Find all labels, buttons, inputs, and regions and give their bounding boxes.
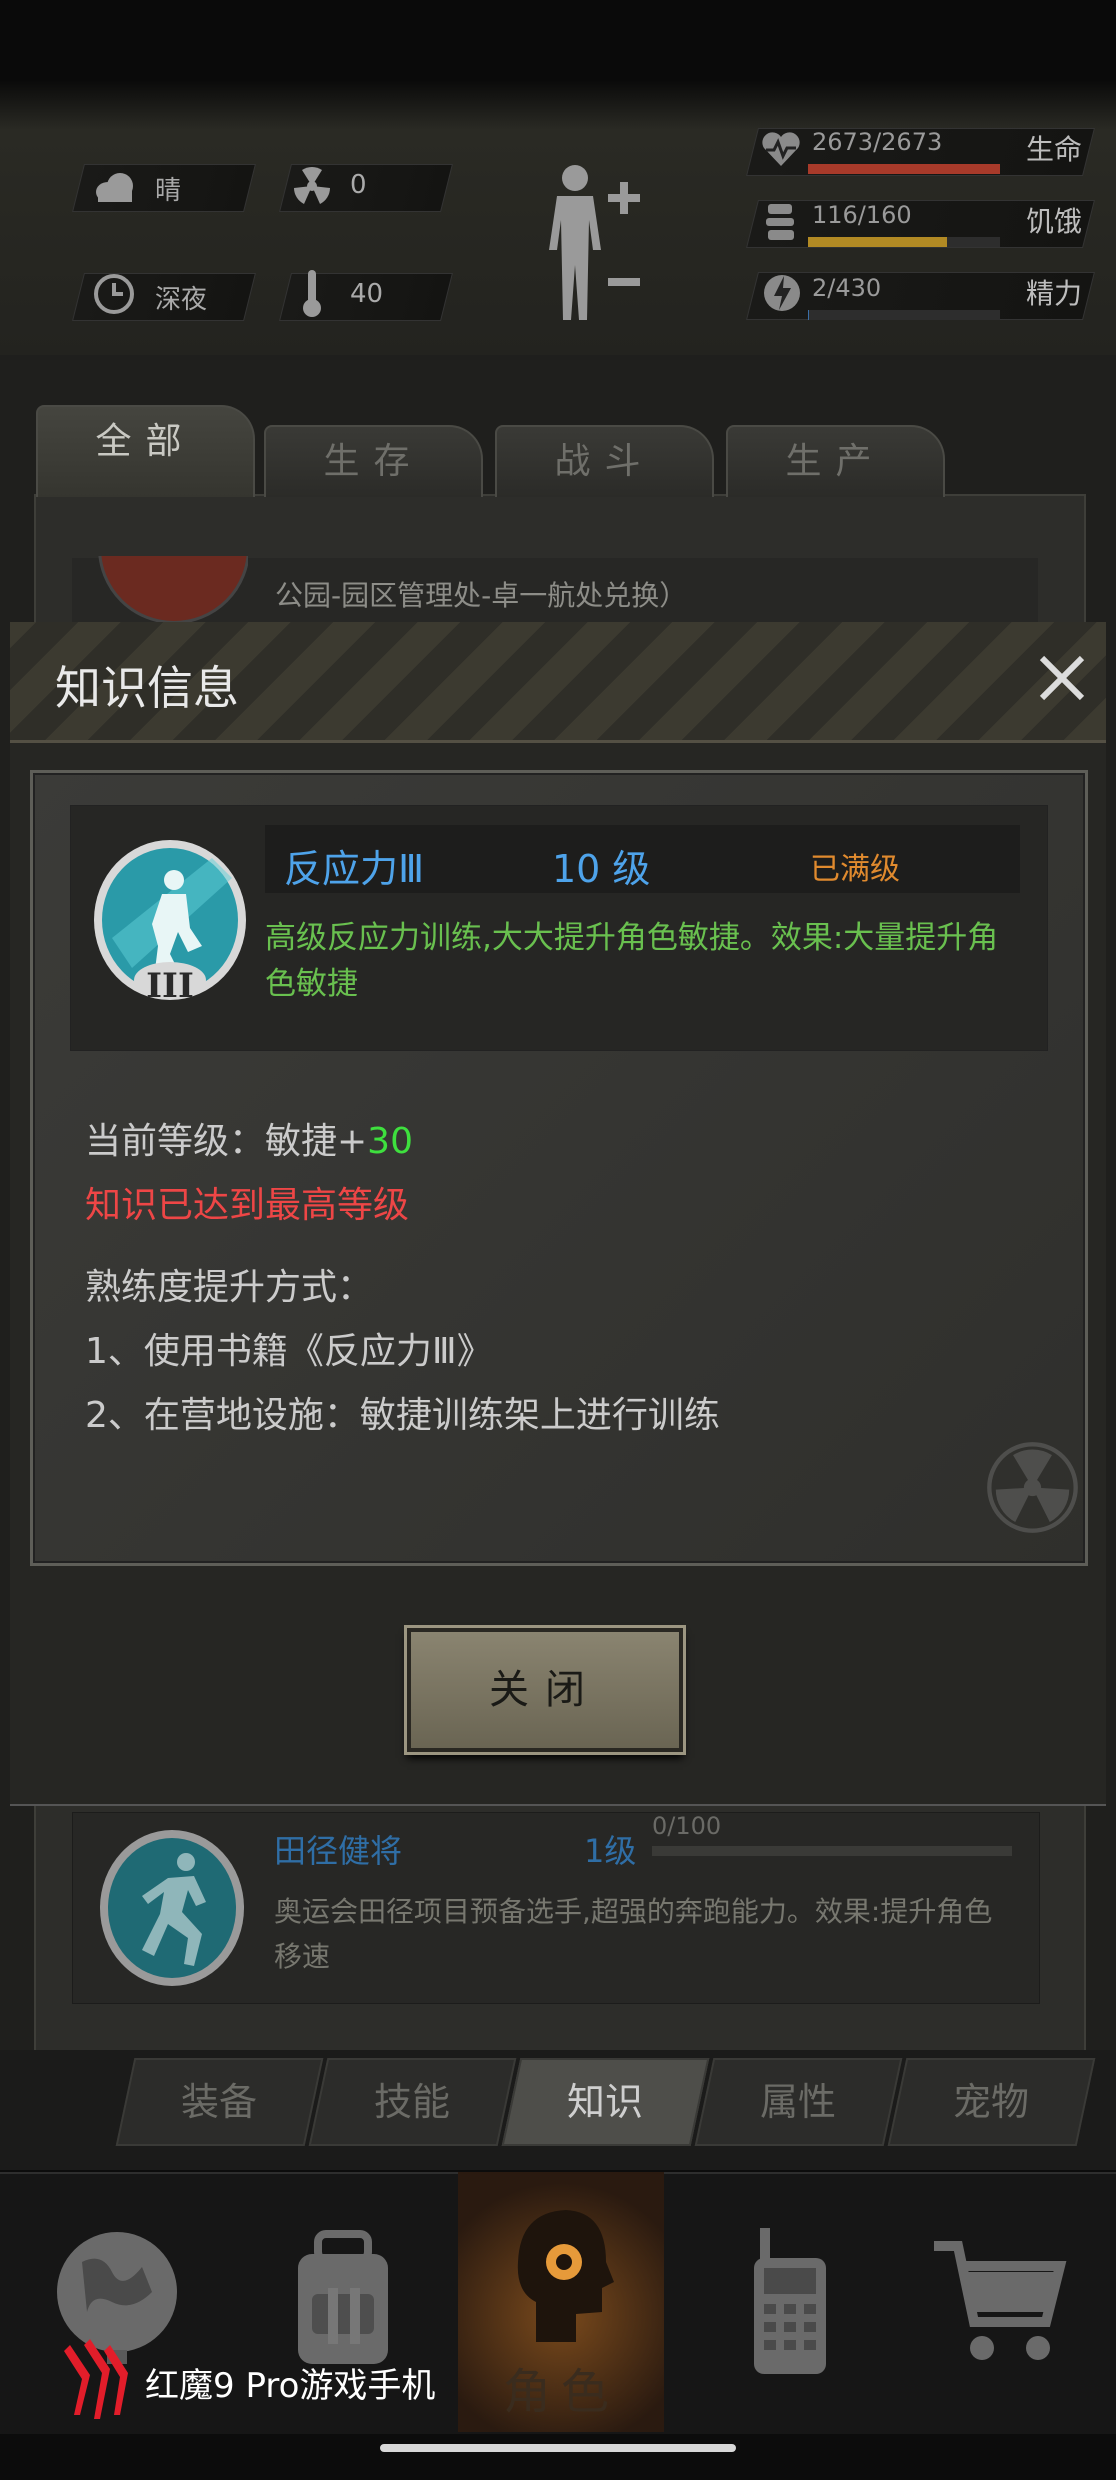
nav-character[interactable]: 角色 bbox=[458, 2172, 664, 2432]
skill-badge-icon: III bbox=[92, 828, 248, 1024]
subnav-attributes-label: 属性 bbox=[760, 2080, 837, 2124]
head-gear-icon bbox=[517, 2210, 614, 2342]
skill-description-line2: 色敏捷 bbox=[265, 966, 358, 1002]
hp-label: 生命 bbox=[1026, 133, 1083, 166]
subnav-pets-label: 宠物 bbox=[953, 2080, 1030, 2124]
method-2: 2、在营地设施：敏捷训练架上进行训练 bbox=[85, 1395, 720, 1436]
current-level-line: 当前等级：敏捷+30 bbox=[85, 1112, 413, 1164]
energy-label: 精力 bbox=[1026, 277, 1083, 310]
max-level-notice: 知识已达到最高等级 bbox=[85, 1185, 410, 1226]
temperature-value: 40 bbox=[350, 279, 384, 309]
time-of-day-text: 深夜 bbox=[155, 285, 208, 315]
close-icon[interactable] bbox=[1032, 648, 1092, 708]
energy-bar-fill bbox=[808, 310, 809, 320]
modal-title: 知识信息 bbox=[55, 661, 239, 715]
hunger-value: 116/160 bbox=[812, 201, 912, 229]
list-item-level: 1级 bbox=[584, 1832, 637, 1870]
tab-production[interactable]: 生产 bbox=[726, 425, 945, 497]
subnav-equipment[interactable]: 装备 bbox=[115, 2058, 324, 2146]
hp-bar-fill bbox=[808, 164, 1000, 174]
tab-combat[interactable]: 战斗 bbox=[495, 425, 714, 497]
skill-badge-numeral: III bbox=[146, 966, 194, 1006]
energy-bar bbox=[808, 310, 1000, 320]
subnav-attributes[interactable]: 属性 bbox=[694, 2058, 903, 2146]
home-indicator[interactable] bbox=[380, 2444, 736, 2452]
skill-description-line1: 高级反应力训练,大大提升角色敏捷。效果:大量提升角 bbox=[265, 920, 999, 956]
background-item-icon bbox=[98, 556, 248, 622]
methods-title: 熟练度提升方式： bbox=[85, 1267, 374, 1308]
list-item-name: 田径健将 bbox=[274, 1832, 403, 1870]
radiation-value: 0 bbox=[350, 170, 367, 200]
list-item-description-line1: 奥运会田径项目预备选手,超强的奔跑能力。效果:提升角色 bbox=[274, 1895, 993, 1928]
skill-max-status: 已满级 bbox=[810, 852, 900, 887]
method-1: 1、使用书籍《反应力Ⅲ》 bbox=[85, 1331, 493, 1372]
nav-character-label: 角色 bbox=[502, 2364, 619, 2420]
current-level-label: 当前等级：敏捷+ bbox=[85, 1121, 368, 1162]
radiation-icon bbox=[290, 164, 334, 212]
radiation-watermark-icon bbox=[985, 1440, 1080, 1539]
subnav-pets[interactable]: 宠物 bbox=[887, 2058, 1096, 2146]
hunger-bar-fill bbox=[808, 237, 948, 247]
body-status-icon[interactable] bbox=[535, 160, 645, 334]
backpack-icon bbox=[298, 2230, 388, 2364]
tab-survival[interactable]: 生存 bbox=[264, 425, 483, 497]
red-magic-logo-icon bbox=[60, 2335, 130, 2429]
list-item-progress-bar bbox=[652, 1846, 1012, 1856]
subnav-skills[interactable]: 技能 bbox=[308, 2058, 517, 2146]
background-item-text: 公园-园区管理处-卓一航处兑换） bbox=[275, 579, 688, 612]
hunger-label: 饥饿 bbox=[1026, 205, 1083, 238]
radio-icon bbox=[754, 2228, 826, 2374]
skill-level: 10 级 bbox=[552, 847, 651, 891]
subnav-knowledge[interactable]: 知识 bbox=[501, 2058, 710, 2146]
heart-icon bbox=[760, 128, 802, 174]
hp-bar bbox=[808, 164, 1000, 174]
thermometer-icon bbox=[300, 268, 324, 322]
skill-name: 反应力Ⅲ bbox=[284, 847, 425, 891]
subnav-knowledge-label: 知识 bbox=[567, 2080, 644, 2124]
weather-text: 晴 bbox=[155, 176, 182, 206]
list-item-description-line2: 移速 bbox=[274, 1940, 331, 1973]
energy-icon bbox=[762, 270, 802, 320]
nav-radio[interactable] bbox=[690, 2172, 890, 2432]
cloud-icon bbox=[92, 166, 136, 210]
hunger-bar bbox=[808, 237, 1000, 247]
subnav-skills-label: 技能 bbox=[374, 2080, 451, 2124]
tab-all[interactable]: 全部 bbox=[36, 405, 255, 497]
subnav-equipment-label: 装备 bbox=[181, 2080, 258, 2124]
hp-value: 2673/2673 bbox=[812, 128, 943, 156]
runner-badge-icon bbox=[98, 1816, 246, 1998]
food-icon bbox=[760, 200, 802, 248]
brand-text: 红魔9 Pro游戏手机 bbox=[145, 2366, 436, 2406]
clock-icon bbox=[92, 272, 136, 320]
shopping-cart-icon bbox=[934, 2241, 1067, 2360]
energy-value: 2/430 bbox=[812, 274, 882, 302]
nav-shop[interactable] bbox=[900, 2172, 1100, 2432]
current-level-value: 30 bbox=[367, 1121, 413, 1162]
list-item-progress: 0/100 bbox=[652, 1812, 722, 1840]
close-button[interactable]: 关闭 bbox=[407, 1628, 683, 1752]
